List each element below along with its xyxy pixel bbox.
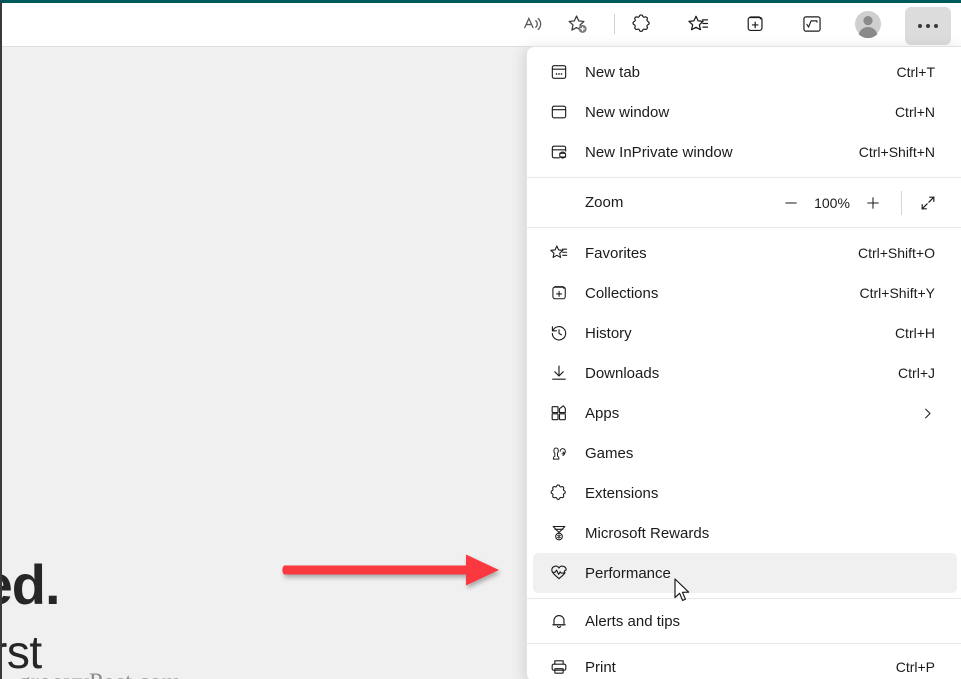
math-solver-icon[interactable]: [794, 7, 830, 41]
menu-item-shortcut: Ctrl+Shift+O: [858, 245, 957, 261]
menu-item-label: Print: [585, 659, 896, 676]
menu-item-shortcut: Ctrl+P: [896, 659, 957, 675]
profile-avatar[interactable]: [850, 7, 886, 41]
menu-item-label: Favorites: [585, 245, 858, 262]
alerts-and-tips-icon: [533, 611, 585, 631]
menu-item-label: Performance: [585, 565, 935, 582]
menu-item-shortcut: Ctrl+Shift+Y: [860, 285, 957, 301]
menu-item-shortcut: Ctrl+J: [898, 365, 957, 381]
collections-icon: [533, 283, 585, 303]
menu-item-label: Downloads: [585, 365, 898, 382]
menu-item-label: Microsoft Rewards: [585, 525, 935, 542]
menu-item-games[interactable]: Games: [533, 433, 957, 473]
zoom-in-button[interactable]: [856, 186, 890, 220]
browser-toolbar: [2, 3, 961, 47]
menu-item-label: New window: [585, 104, 895, 121]
new-tab-icon: [533, 62, 585, 82]
zoom-row: Zoom 100%: [527, 178, 961, 227]
more-dot: [934, 24, 938, 28]
read-aloud-icon[interactable]: [515, 7, 551, 41]
more-dot: [918, 24, 922, 28]
menu-item-new-inprivate-window[interactable]: New InPrivate window Ctrl+Shift+N: [533, 132, 957, 172]
new-inprivate-window-icon: [533, 142, 585, 162]
microsoft-rewards-icon: [533, 523, 585, 543]
add-favorite-icon[interactable]: [559, 7, 595, 41]
menu-item-extensions[interactable]: Extensions: [533, 473, 957, 513]
menu-item-shortcut: Ctrl+T: [897, 64, 958, 80]
menu-item-label: New tab: [585, 64, 897, 81]
page-headline-line1: ted.: [2, 552, 60, 617]
menu-item-collections[interactable]: Collections Ctrl+Shift+Y: [533, 273, 957, 313]
zoom-out-button[interactable]: [774, 186, 808, 220]
browser-window: ted. first groovyPost.com: [0, 0, 961, 679]
menu-item-label: Games: [585, 445, 935, 462]
downloads-icon: [533, 363, 585, 383]
performance-icon: [533, 563, 585, 583]
menu-item-new-window[interactable]: New window Ctrl+N: [533, 92, 957, 132]
fullscreen-icon[interactable]: [911, 186, 945, 220]
menu-item-label: Extensions: [585, 485, 935, 502]
menu-item-apps[interactable]: Apps: [533, 393, 957, 433]
zoom-level-value: 100%: [808, 195, 856, 211]
settings-and-more-menu: New tab Ctrl+T New window Ctrl+N: [526, 46, 961, 679]
extensions-icon[interactable]: [624, 7, 660, 41]
apps-icon: [533, 403, 585, 423]
menu-item-label: Apps: [585, 405, 920, 422]
menu-item-performance[interactable]: Performance: [533, 553, 957, 593]
menu-item-print[interactable]: Print Ctrl+P: [533, 647, 957, 679]
favorites-icon: [533, 243, 585, 263]
menu-item-label: History: [585, 325, 895, 342]
menu-item-downloads[interactable]: Downloads Ctrl+J: [533, 353, 957, 393]
menu-item-label: Alerts and tips: [585, 613, 935, 630]
print-icon: [533, 657, 585, 677]
menu-item-microsoft-rewards[interactable]: Microsoft Rewards: [533, 513, 957, 553]
zoom-label: Zoom: [585, 194, 774, 211]
extensions-icon: [533, 483, 585, 503]
menu-item-shortcut: Ctrl+H: [895, 325, 957, 341]
games-icon: [533, 443, 585, 463]
menu-item-history[interactable]: History Ctrl+H: [533, 313, 957, 353]
menu-item-alerts-and-tips[interactable]: Alerts and tips: [533, 601, 957, 641]
watermark-text: groovyPost.com: [18, 669, 181, 679]
menu-item-label: Collections: [585, 285, 860, 302]
new-window-icon: [533, 102, 585, 122]
menu-item-shortcut: Ctrl+Shift+N: [859, 144, 957, 160]
menu-item-label: New InPrivate window: [585, 144, 859, 161]
menu-item-shortcut: Ctrl+N: [895, 104, 957, 120]
menu-item-new-tab[interactable]: New tab Ctrl+T: [533, 52, 957, 92]
history-icon: [533, 323, 585, 343]
settings-and-more-button[interactable]: [905, 7, 951, 45]
more-dot: [926, 24, 930, 28]
toolbar-divider: [614, 14, 615, 34]
collections-icon[interactable]: [737, 7, 773, 41]
menu-item-favorites[interactable]: Favorites Ctrl+Shift+O: [533, 233, 957, 273]
chevron-right-icon: [920, 406, 957, 421]
favorites-icon[interactable]: [680, 7, 716, 41]
zoom-separator: [901, 191, 902, 215]
